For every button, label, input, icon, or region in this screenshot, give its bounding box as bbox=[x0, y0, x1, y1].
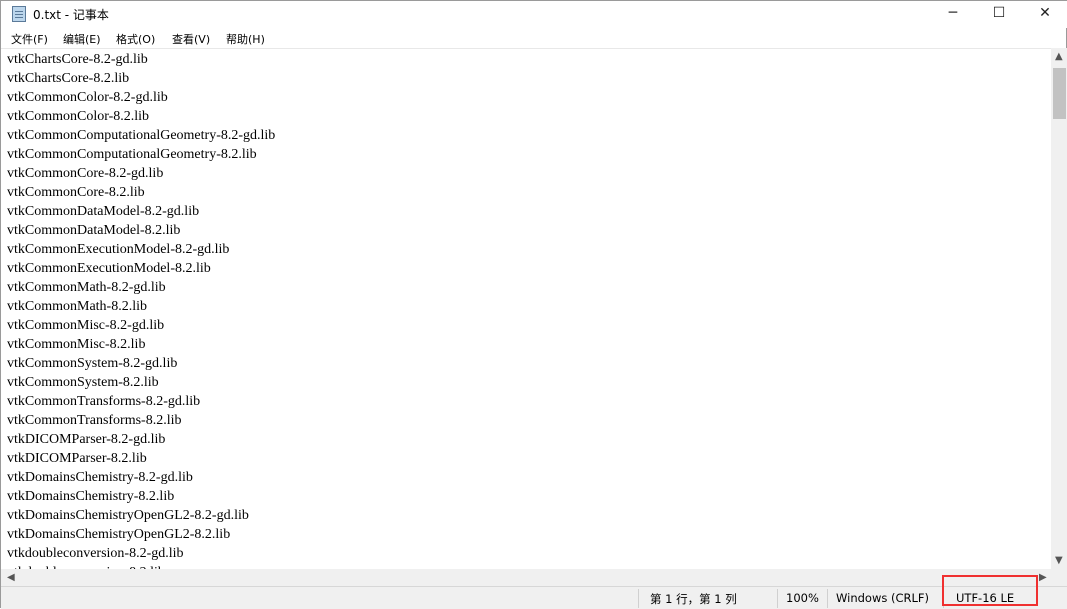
maximize-button[interactable]: ☐ bbox=[976, 1, 1022, 28]
text-line: vtkdoubleconversion-8.2-gd.lib bbox=[7, 546, 184, 561]
scroll-left-icon[interactable]: ◀ bbox=[7, 572, 15, 583]
scroll-down-icon[interactable]: ▼ bbox=[1055, 555, 1063, 566]
cursor-position: 第 1 行，第 1 列 bbox=[650, 592, 737, 606]
text-line: vtkCommonTransforms-8.2.lib bbox=[7, 413, 182, 428]
notepad-icon bbox=[12, 6, 26, 22]
text-line: vtkCommonComputationalGeometry-8.2.lib bbox=[7, 147, 257, 162]
divider bbox=[638, 589, 639, 608]
close-button[interactable]: ✕ bbox=[1022, 1, 1067, 28]
text-line: vtkDomainsChemistry-8.2.lib bbox=[7, 489, 175, 504]
text-line: vtkDomainsChemistryOpenGL2-8.2.lib bbox=[7, 527, 231, 542]
menu-view[interactable]: 查看(V) bbox=[172, 31, 210, 47]
divider bbox=[777, 589, 778, 608]
menu-file[interactable]: 文件(F) bbox=[11, 31, 48, 47]
minimize-button[interactable]: ─ bbox=[930, 1, 976, 28]
text-line: vtkCommonSystem-8.2.lib bbox=[7, 375, 159, 390]
text-line: vtkCommonMath-8.2.lib bbox=[7, 299, 147, 314]
menu-bar: 文件(F) 编辑(E) 格式(O) 查看(V) 帮助(H) bbox=[1, 28, 1067, 48]
vertical-scroll-thumb[interactable] bbox=[1053, 68, 1066, 119]
text-line: vtkCommonMisc-8.2-gd.lib bbox=[7, 318, 165, 333]
divider bbox=[827, 589, 828, 608]
text-line: vtkCommonDataModel-8.2-gd.lib bbox=[7, 204, 200, 219]
title-bar: 0.txt - 记事本 ─ ☐ ✕ bbox=[1, 1, 1067, 28]
text-line: vtkCommonMisc-8.2.lib bbox=[7, 337, 146, 352]
scroll-right-icon[interactable]: ▶ bbox=[1039, 572, 1047, 583]
zoom-level: 100% bbox=[786, 591, 819, 605]
text-line: vtkCommonCore-8.2.lib bbox=[7, 185, 145, 200]
scroll-up-icon[interactable]: ▲ bbox=[1055, 51, 1063, 62]
text-line: vtkDICOMParser-8.2.lib bbox=[7, 451, 147, 466]
text-line: vtkDomainsChemistryOpenGL2-8.2-gd.lib bbox=[7, 508, 249, 523]
text-line: vtkCommonCore-8.2-gd.lib bbox=[7, 166, 164, 181]
text-line: vtkDomainsChemistry-8.2-gd.lib bbox=[7, 470, 193, 485]
status-bar: 第 1 行，第 1 列 100% Windows (CRLF) UTF-16 L… bbox=[1, 586, 1067, 609]
text-line: vtkCommonTransforms-8.2-gd.lib bbox=[7, 394, 201, 409]
text-line: vtkCommonMath-8.2-gd.lib bbox=[7, 280, 166, 295]
scrollbar-corner bbox=[1051, 569, 1067, 586]
text-line: vtkDICOMParser-8.2-gd.lib bbox=[7, 432, 166, 447]
window-title: 0.txt - 记事本 bbox=[33, 8, 109, 22]
text-editor[interactable]: vtkChartsCore-8.2-gd.lib vtkChartsCore-8.… bbox=[1, 48, 1051, 569]
text-line: vtkCommonColor-8.2.lib bbox=[7, 109, 150, 124]
text-line: vtkCommonExecutionModel-8.2.lib bbox=[7, 261, 211, 276]
menu-edit[interactable]: 编辑(E) bbox=[63, 31, 101, 47]
vertical-scrollbar[interactable] bbox=[1051, 48, 1067, 569]
text-line: vtkCommonExecutionModel-8.2-gd.lib bbox=[7, 242, 230, 257]
menu-help[interactable]: 帮助(H) bbox=[226, 31, 265, 47]
text-line: vtkCommonComputationalGeometry-8.2-gd.li… bbox=[7, 128, 276, 143]
horizontal-scrollbar[interactable] bbox=[1, 569, 1051, 586]
line-ending: Windows (CRLF) bbox=[836, 591, 930, 605]
text-line: vtkChartsCore-8.2-gd.lib bbox=[7, 52, 148, 67]
menu-format[interactable]: 格式(O) bbox=[116, 31, 155, 47]
text-line: vtkCommonDataModel-8.2.lib bbox=[7, 223, 181, 238]
highlight-box bbox=[942, 575, 1038, 606]
text-line: vtkChartsCore-8.2.lib bbox=[7, 71, 130, 86]
text-line: vtkCommonSystem-8.2-gd.lib bbox=[7, 356, 178, 371]
text-line: vtkCommonColor-8.2-gd.lib bbox=[7, 90, 168, 105]
